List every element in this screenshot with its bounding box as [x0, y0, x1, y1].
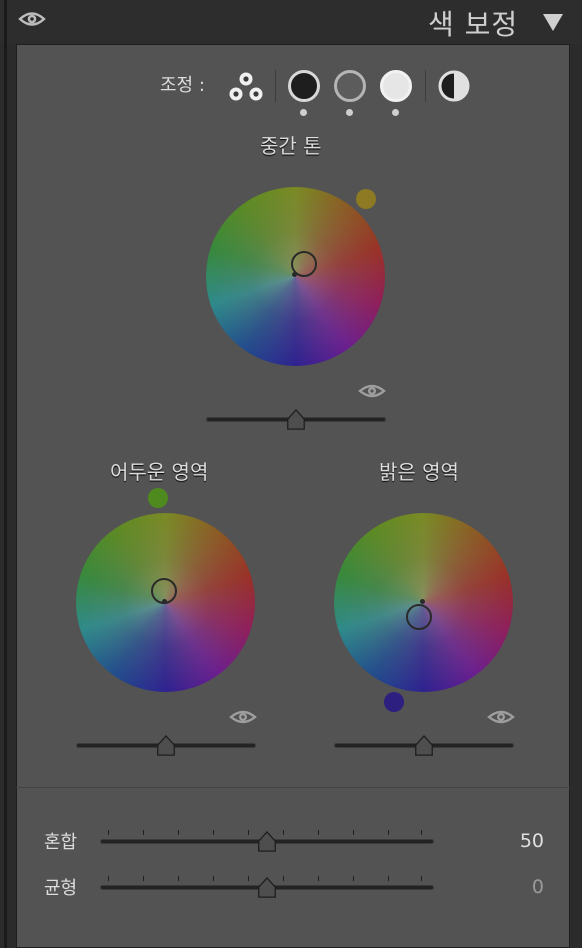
left-edge — [4, 0, 7, 948]
shadows-color-swatch — [148, 488, 168, 508]
highlights-mode-button[interactable] — [380, 70, 412, 102]
panel-title: 색 보정 — [428, 8, 519, 41]
three-way-mode-icon[interactable] — [227, 70, 265, 108]
highlights-wheel-dot — [420, 599, 425, 604]
shadows-mode-button[interactable] — [288, 70, 320, 102]
midtones-label: 중간 톤 — [260, 134, 322, 158]
shadows-wheel-dot — [162, 599, 167, 604]
midtones-visibility-eye-icon[interactable] — [358, 381, 386, 405]
shadows-slider-thumb[interactable] — [155, 734, 177, 761]
section-divider — [16, 787, 570, 788]
midtones-color-swatch — [356, 189, 376, 209]
collapse-triangle-icon[interactable] — [541, 12, 565, 36]
blending-slider-thumb[interactable] — [256, 830, 278, 857]
highlights-visibility-eye-icon[interactable] — [487, 707, 515, 731]
midtones-slider-thumb[interactable] — [285, 408, 307, 435]
highlights-wheel-handle[interactable] — [406, 604, 432, 630]
shadows-label: 어두운 영역 — [110, 460, 209, 484]
midtones-mode-dot — [346, 109, 353, 116]
adjust-label: 조정 : — [160, 75, 205, 96]
color-grading-panel — [16, 44, 570, 948]
toolbar-divider — [425, 70, 426, 102]
balance-value[interactable]: 0 — [484, 876, 544, 898]
highlights-mode-dot — [392, 109, 399, 116]
balance-label: 균형 — [44, 878, 78, 899]
highlights-slider-thumb[interactable] — [413, 734, 435, 761]
global-mode-icon[interactable] — [438, 70, 470, 106]
shadows-visibility-eye-icon[interactable] — [229, 707, 257, 731]
highlights-label: 밝은 영역 — [379, 460, 459, 484]
blending-value[interactable]: 50 — [484, 830, 544, 852]
midtones-wheel-dot — [292, 272, 297, 277]
midtones-mode-button[interactable] — [334, 70, 366, 102]
highlights-color-swatch — [384, 692, 404, 712]
blending-label: 혼합 — [44, 832, 78, 853]
shadows-mode-dot — [300, 109, 307, 116]
toolbar-divider — [275, 70, 276, 102]
visibility-eye-icon[interactable] — [18, 8, 46, 34]
balance-slider-thumb[interactable] — [256, 876, 278, 903]
